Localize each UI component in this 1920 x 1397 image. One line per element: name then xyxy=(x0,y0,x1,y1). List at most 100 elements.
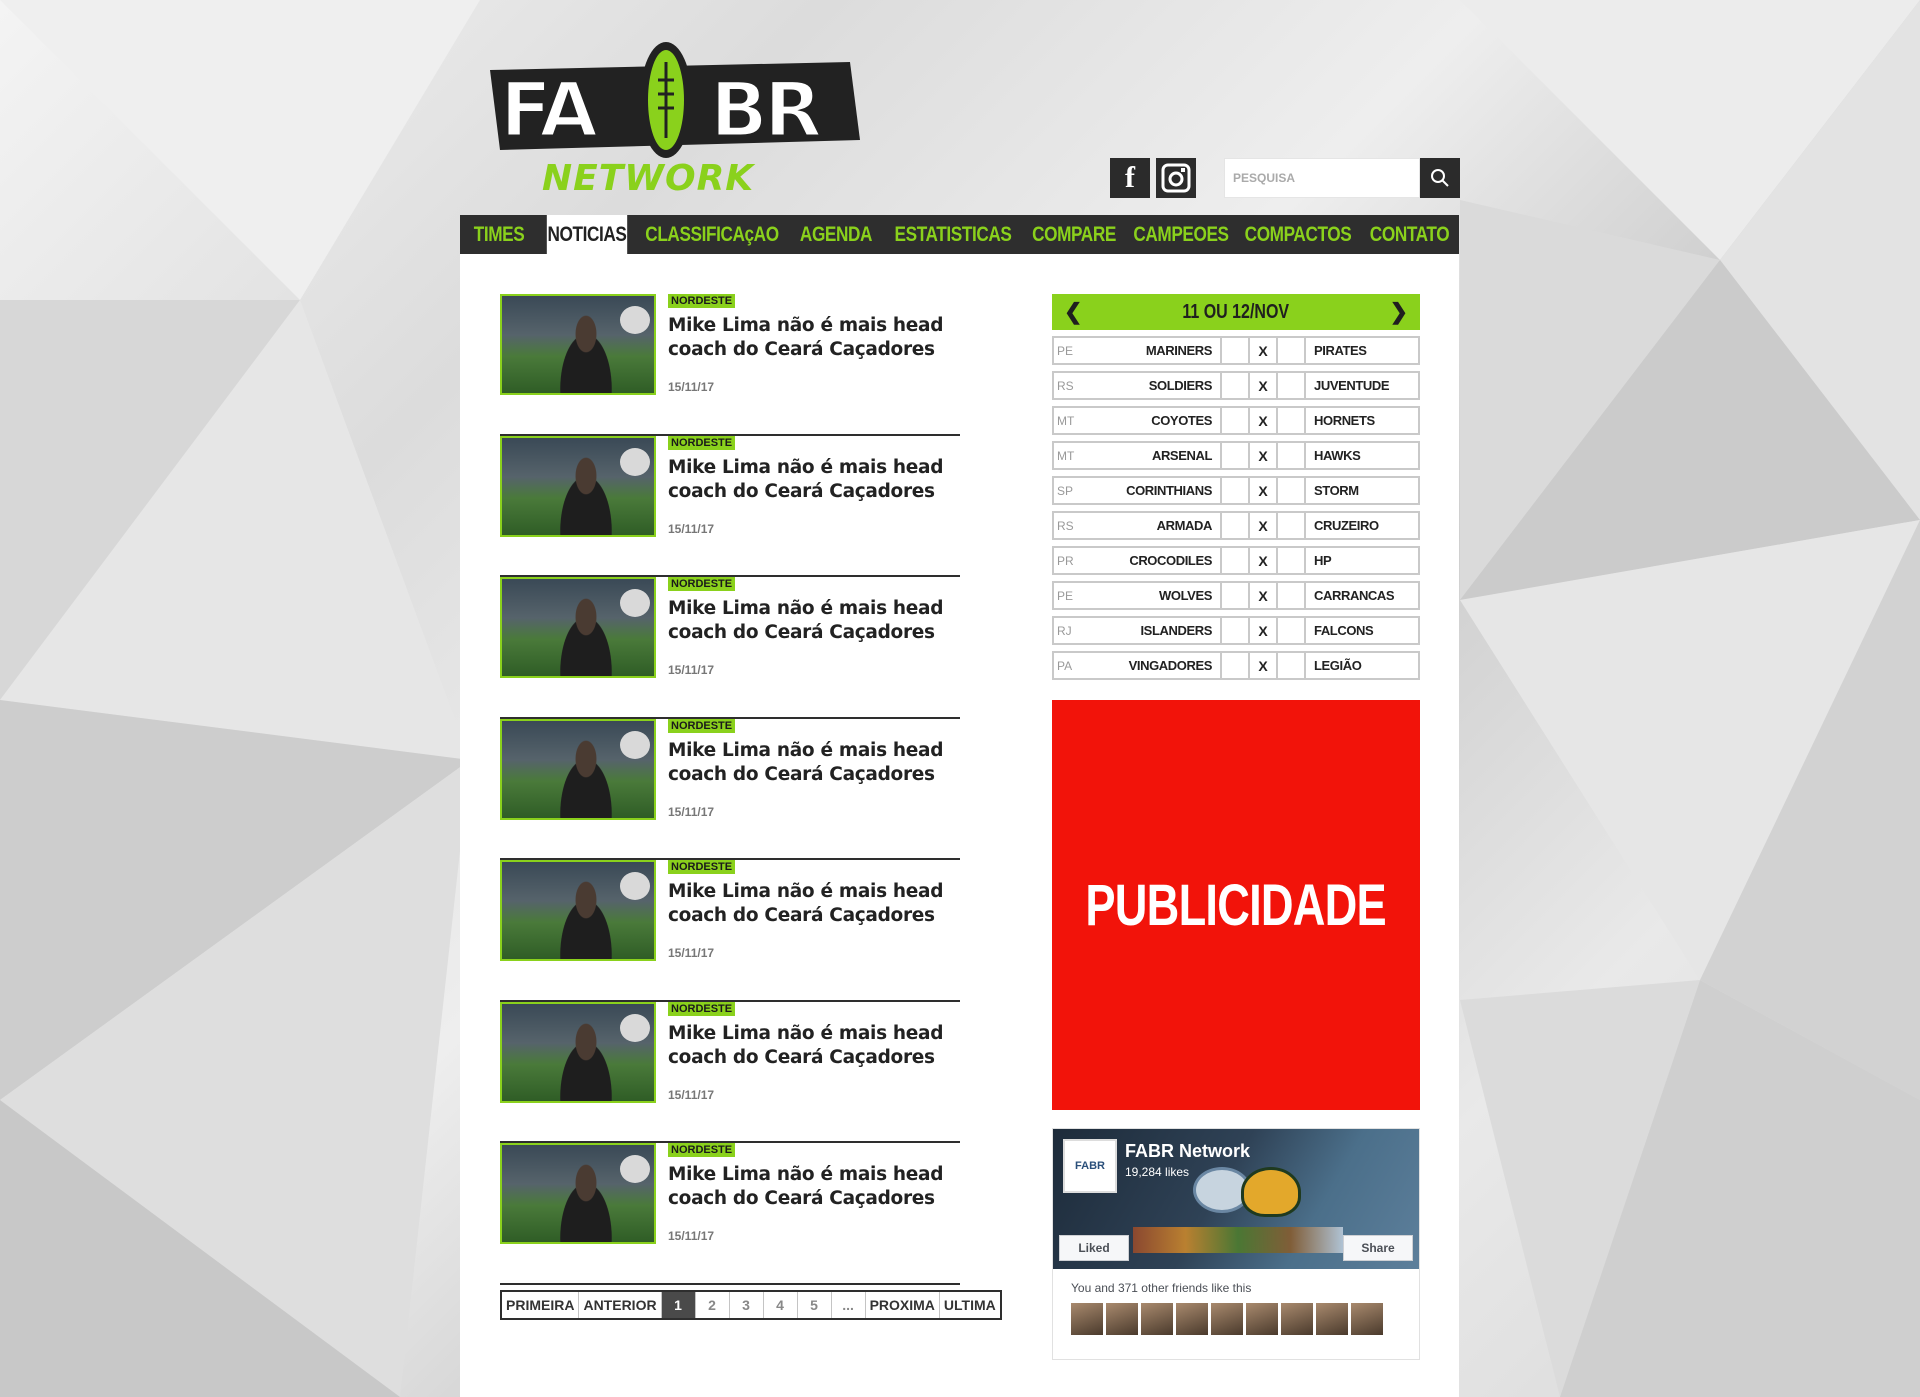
nav-item-agenda[interactable]: AGENDA xyxy=(797,215,876,254)
search-input[interactable] xyxy=(1224,158,1420,198)
game-away-team: HORNETS xyxy=(1314,413,1375,428)
schedule-game-row[interactable]: PE WOLVES X CARRANCAS xyxy=(1052,581,1420,610)
ad-banner[interactable]: PUBLICIDADE xyxy=(1052,700,1420,1110)
news-item[interactable]: NORDESTE Mike Lima não é mais head coach… xyxy=(500,860,960,1002)
nav-item-compactos[interactable]: COMPACTOS xyxy=(1245,215,1352,254)
pager-page-1[interactable]: 1 xyxy=(661,1292,696,1318)
facebook-share-button[interactable]: Share xyxy=(1343,1235,1413,1261)
chevron-left-icon[interactable]: ❮ xyxy=(1064,299,1082,325)
news-tag[interactable]: NORDESTE xyxy=(668,1143,736,1157)
news-item[interactable]: NORDESTE Mike Lima não é mais head coach… xyxy=(500,294,960,436)
news-tag[interactable]: NORDESTE xyxy=(668,294,736,308)
pager-prev[interactable]: ANTERIOR xyxy=(579,1292,662,1318)
facebook-page-name[interactable]: FABR Network xyxy=(1125,1141,1250,1162)
news-tag[interactable]: NORDESTE xyxy=(668,718,736,733)
schedule-game-row[interactable]: RJ ISLANDERS X FALCONS xyxy=(1052,616,1420,645)
pager-first[interactable]: PRIMEIRA xyxy=(502,1292,580,1318)
schedule-game-row[interactable]: PR CROCODILES X HP xyxy=(1052,546,1420,575)
news-title[interactable]: Mike Lima não é mais head coach do Ceará… xyxy=(668,739,948,787)
news-tag[interactable]: NORDESTE xyxy=(668,1001,736,1016)
game-home-team: CORINTHIANS xyxy=(1096,478,1222,503)
nav-item-classificacao[interactable]: CLASSIFICAçAO xyxy=(645,215,779,254)
news-title[interactable]: Mike Lima não é mais head coach do Ceará… xyxy=(668,314,948,362)
schedule-game-row[interactable]: SP CORINTHIANS X STORM xyxy=(1052,476,1420,505)
news-title[interactable]: Mike Lima não é mais head coach do Ceará… xyxy=(668,880,948,928)
friend-avatar[interactable] xyxy=(1176,1303,1208,1335)
friend-avatar[interactable] xyxy=(1211,1303,1243,1335)
news-title[interactable]: Mike Lima não é mais head coach do Ceará… xyxy=(668,456,948,504)
game-vs: X xyxy=(1250,338,1278,363)
game-uf: RS xyxy=(1057,518,1074,533)
search-button[interactable] xyxy=(1420,158,1460,198)
content-panel: NORDESTE Mike Lima não é mais head coach… xyxy=(460,254,1459,1397)
schedule-game-row[interactable]: RS ARMADA X CRUZEIRO xyxy=(1052,511,1420,540)
game-vs: X xyxy=(1250,478,1278,503)
nav-item-noticias[interactable]: NOTICIAS xyxy=(546,215,628,254)
news-item[interactable]: NORDESTE Mike Lima não é mais head coach… xyxy=(500,1001,960,1143)
pager-page-5[interactable]: 5 xyxy=(798,1292,832,1318)
news-title[interactable]: Mike Lima não é mais head coach do Ceará… xyxy=(668,1022,948,1070)
news-item[interactable]: NORDESTE Mike Lima não é mais head coach… xyxy=(500,435,960,577)
pager-next[interactable]: PROXIMA xyxy=(866,1292,940,1318)
nav-item-estatisticas[interactable]: ESTATISTICAS xyxy=(895,215,1012,254)
news-thumbnail[interactable] xyxy=(500,860,656,961)
pagination: PRIMEIRA ANTERIOR 1 2 3 4 5 ... PROXIMA … xyxy=(500,1290,1002,1320)
svg-text:NETWORK: NETWORK xyxy=(542,158,756,199)
facebook-liked-label: Liked xyxy=(1078,1241,1110,1255)
friend-avatar[interactable] xyxy=(1071,1303,1103,1335)
game-uf: RS xyxy=(1057,378,1074,393)
nav-item-compare[interactable]: COMPARE xyxy=(1031,215,1116,254)
news-thumbnail[interactable] xyxy=(500,718,656,820)
news-thumbnail[interactable] xyxy=(500,1143,656,1244)
schedule-game-row[interactable]: MT COYOTES X HORNETS xyxy=(1052,406,1420,435)
friend-avatar[interactable] xyxy=(1246,1303,1278,1335)
news-title[interactable]: Mike Lima não é mais head coach do Ceará… xyxy=(668,597,948,645)
friend-avatar[interactable] xyxy=(1106,1303,1138,1335)
news-tag[interactable]: NORDESTE xyxy=(668,435,736,450)
nav-item-campeoes[interactable]: CAMPEOES xyxy=(1133,215,1229,254)
news-thumbnail[interactable] xyxy=(500,294,656,395)
facebook-cover[interactable]: FABR FABR Network 19,284 likes Liked Sha… xyxy=(1053,1129,1419,1269)
friend-avatar[interactable] xyxy=(1281,1303,1313,1335)
news-item[interactable]: NORDESTE Mike Lima não é mais head coach… xyxy=(500,1143,960,1285)
news-thumbnail[interactable] xyxy=(500,577,656,678)
pager-page-3[interactable]: 3 xyxy=(730,1292,764,1318)
schedule-game-row[interactable]: RS SOLDIERS X JUVENTUDE xyxy=(1052,371,1420,400)
pager-page-2[interactable]: 2 xyxy=(696,1292,730,1318)
game-vs: X xyxy=(1250,408,1278,433)
schedule-game-row[interactable]: MT ARSENAL X HAWKS xyxy=(1052,441,1420,470)
pager-page-4[interactable]: 4 xyxy=(764,1292,798,1318)
facebook-likes: 19,284 likes xyxy=(1125,1165,1190,1179)
facebook-icon[interactable]: f xyxy=(1110,158,1150,198)
game-away-team: JUVENTUDE xyxy=(1314,378,1390,393)
news-tag[interactable]: NORDESTE xyxy=(668,860,736,874)
fabr-network-logo[interactable]: FA BR NETWORK xyxy=(490,40,860,200)
pager-ellipsis: ... xyxy=(832,1292,866,1318)
friend-avatar[interactable] xyxy=(1316,1303,1348,1335)
game-vs: X xyxy=(1250,513,1278,538)
news-thumbnail[interactable] xyxy=(500,435,656,537)
news-title[interactable]: Mike Lima não é mais head coach do Ceará… xyxy=(668,1163,948,1211)
facebook-page-avatar[interactable]: FABR xyxy=(1063,1139,1117,1193)
pager-last[interactable]: ULTIMA xyxy=(940,1292,1000,1318)
nav-item-times[interactable]: TIMES xyxy=(467,215,531,254)
friend-avatar[interactable] xyxy=(1141,1303,1173,1335)
chevron-right-icon[interactable]: ❯ xyxy=(1390,299,1408,325)
news-item[interactable]: NORDESTE Mike Lima não é mais head coach… xyxy=(500,718,960,860)
instagram-icon[interactable] xyxy=(1156,158,1196,198)
facebook-liked-button[interactable]: Liked xyxy=(1059,1235,1129,1261)
facebook-friend-faces xyxy=(1071,1303,1401,1335)
news-tag[interactable]: NORDESTE xyxy=(668,577,736,591)
game-home-team: ARMADA xyxy=(1096,513,1222,538)
schedule-header: ❮ 11 OU 12/NOV ❯ xyxy=(1052,294,1420,330)
game-home-team: VINGADORES xyxy=(1096,653,1222,678)
schedule-game-row[interactable]: PE MARINERS X PIRATES xyxy=(1052,336,1420,365)
nav-item-contato[interactable]: CONTATO xyxy=(1369,215,1450,254)
schedule-game-row[interactable]: PA VINGADORES X LEGIÃO xyxy=(1052,651,1420,680)
friend-avatar[interactable] xyxy=(1351,1303,1383,1335)
news-item[interactable]: NORDESTE Mike Lima não é mais head coach… xyxy=(500,577,960,719)
facebook-friends: You and 371 other friends like this xyxy=(1053,1277,1419,1335)
news-thumbnail[interactable] xyxy=(500,1001,656,1103)
facebook-friends-text: You and 371 other friends like this xyxy=(1071,1281,1252,1295)
news-list: NORDESTE Mike Lima não é mais head coach… xyxy=(500,294,960,1285)
